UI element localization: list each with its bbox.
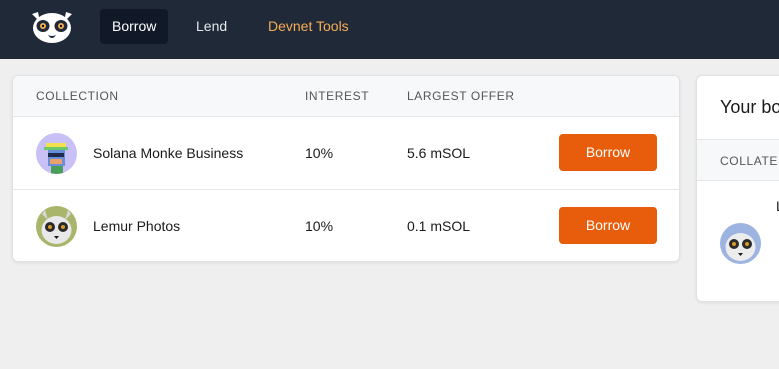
panel-table-header: COLLATEI	[697, 139, 779, 181]
panel-title: Your bo	[720, 97, 779, 117]
borrow-button[interactable]: Borrow	[559, 134, 657, 171]
header-interest: INTEREST	[305, 89, 370, 103]
collection-name[interactable]: Lemur Photos	[93, 218, 180, 234]
lemur-face-icon[interactable]	[28, 8, 76, 46]
monke-avatar-icon	[36, 133, 77, 174]
interest-value: 10%	[305, 218, 334, 234]
borrow-button[interactable]: Borrow	[559, 207, 657, 244]
largest-offer-value: 5.6 mSOL	[407, 145, 471, 161]
collection-name[interactable]: Solana Monke Business	[93, 145, 243, 161]
table-header: COLLECTION INTEREST LARGEST OFFER	[13, 76, 679, 117]
nav-lend[interactable]: Lend	[184, 9, 239, 44]
nav-devnet-tools[interactable]: Devnet Tools	[256, 9, 361, 44]
header-collection: COLLECTION	[36, 89, 119, 103]
largest-offer-value: 0.1 mSOL	[407, 218, 471, 234]
table-row: Lemur Photos 10% 0.1 mSOL Borrow	[13, 190, 679, 261]
collections-table: COLLECTION INTEREST LARGEST OFFER Solana…	[12, 75, 680, 262]
top-nav: Borrow Lend Devnet Tools	[0, 0, 779, 59]
lemur-avatar-icon	[720, 223, 761, 264]
lemur-photo-avatar-icon	[36, 206, 77, 247]
table-row: Solana Monke Business 10% 5.6 mSOL Borro…	[13, 117, 679, 190]
your-borrows-panel: Your bo COLLATEI L	[696, 75, 779, 302]
header-collateral: COLLATEI	[720, 154, 779, 168]
header-largest-offer: LARGEST OFFER	[407, 89, 515, 103]
nav-borrow[interactable]: Borrow	[100, 9, 169, 44]
interest-value: 10%	[305, 145, 334, 161]
